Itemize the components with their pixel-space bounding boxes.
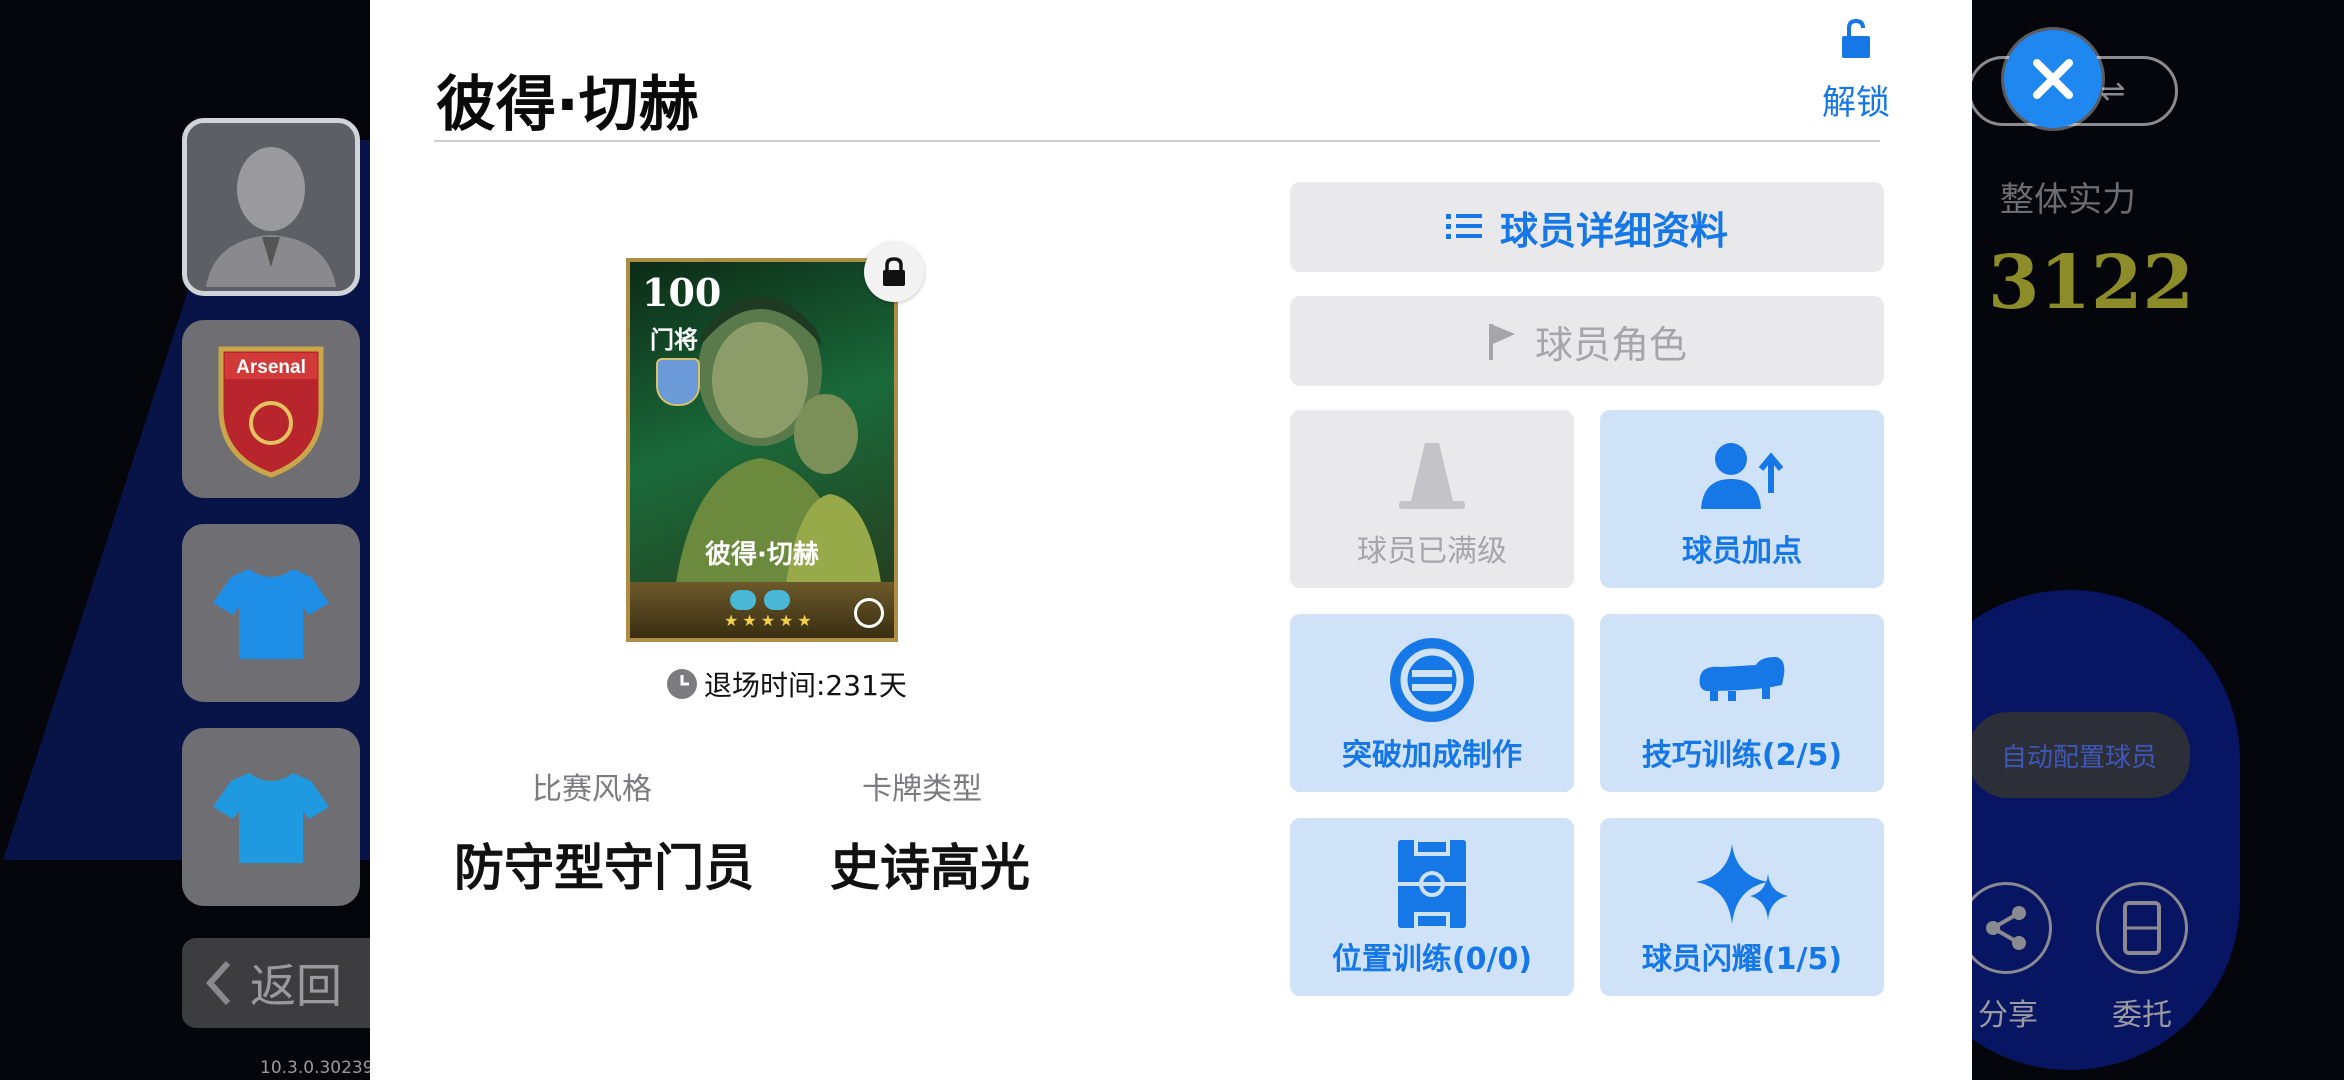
player-shine-label: 球员闪耀(1/5) — [1641, 942, 1843, 977]
player-maxed-button[interactable]: 球员已满级 — [1290, 410, 1574, 588]
person-upgrade-icon — [1701, 443, 1784, 509]
clock-icon — [667, 669, 697, 699]
chevron-left-icon — [205, 960, 231, 1006]
pitch-icon — [1398, 838, 1466, 930]
title-divider — [434, 140, 1880, 142]
skill-training-button[interactable]: 技巧训练(2/5) — [1600, 614, 1884, 792]
play-style-value: 防守型守门员 — [454, 839, 754, 897]
close-icon — [2033, 59, 2073, 99]
list-icon — [1445, 214, 1482, 239]
card-lock-button[interactable] — [864, 242, 924, 302]
version-text: 10.3.0.30239 — [260, 1058, 374, 1078]
efootball-logo-icon — [1390, 638, 1474, 722]
card-stars: ★★★★★ — [724, 611, 816, 630]
player-add-points-label: 球员加点 — [1682, 534, 1802, 569]
player-role-label: 球员角色 — [1534, 322, 1687, 367]
shirt-icon — [213, 773, 329, 863]
player-card[interactable]: 100 门将 彼得·切赫 ★★★★★ — [626, 258, 898, 642]
skill-training-label: 技巧训练(2/5) — [1641, 738, 1843, 773]
svg-text:Arsenal: Arsenal — [236, 357, 306, 378]
efootball-chip-icon — [764, 590, 790, 610]
share-label: 分享 — [1978, 998, 2038, 1033]
unlock-label: 解锁 — [1822, 83, 1890, 123]
manager-avatar-icon — [206, 147, 336, 287]
lock-icon — [883, 257, 905, 286]
player-maxed-label: 球员已满级 — [1357, 534, 1507, 569]
delegate-button[interactable] — [2096, 882, 2188, 974]
unlock-icon — [1842, 18, 1870, 58]
cone-icon — [1399, 443, 1465, 509]
player-details-button[interactable]: 球员详细资料 — [1290, 182, 1884, 272]
card-player-name: 彼得·切赫 — [705, 540, 819, 570]
shirt-icon — [213, 569, 329, 659]
club-badge-icon — [656, 358, 700, 406]
delegate-label: 委托 — [2112, 998, 2172, 1033]
retire-time-text: 退场时间:231天 — [704, 669, 907, 702]
back-label: 返回 — [250, 959, 342, 1013]
away-kit-tile[interactable] — [182, 728, 360, 906]
breakthrough-label: 突破加成制作 — [1342, 738, 1522, 773]
player-role-button[interactable]: 球员角色 — [1290, 296, 1884, 386]
efootball-logo-icon — [854, 598, 884, 628]
home-kit-tile[interactable] — [182, 524, 360, 702]
boot-icon — [1699, 657, 1785, 701]
close-button[interactable] — [2004, 30, 2102, 128]
card-position: 门将 — [650, 326, 698, 354]
sparkle-icon — [1696, 844, 1788, 924]
card-type-value: 史诗高光 — [830, 839, 1030, 897]
unlock-button[interactable]: 解锁 — [1806, 18, 1906, 124]
player-add-points-button[interactable]: 球员加点 — [1600, 410, 1884, 588]
player-detail-modal: 彼得·切赫 解锁 100 门将 彼得·切赫 ★★★★★ 退场时间:231天 比赛… — [370, 0, 1972, 1080]
efootball-chip-icon — [730, 590, 756, 610]
card-type-label: 卡牌类型 — [862, 772, 982, 807]
player-name-title: 彼得·切赫 — [436, 70, 699, 140]
player-shine-button[interactable]: 球员闪耀(1/5) — [1600, 818, 1884, 996]
play-style-label: 比赛风格 — [532, 772, 652, 807]
club-badge-tile[interactable]: Arsenal — [182, 320, 360, 498]
swap-arrows-icon: ⇌ — [2100, 73, 2126, 109]
share-icon — [1986, 906, 2026, 950]
breakthrough-button[interactable]: 突破加成制作 — [1290, 614, 1574, 792]
share-button[interactable] — [1960, 882, 2052, 974]
auto-assign-button[interactable]: 自动配置球员 — [1968, 712, 2190, 798]
arsenal-crest-icon: Arsenal — [218, 346, 324, 478]
retire-time: 退场时间:231天 — [666, 664, 907, 704]
overall-strength-label: 整体实力 — [2000, 180, 2136, 220]
position-training-button[interactable]: 位置训练(0/0) — [1290, 818, 1574, 996]
delegate-pitch-icon — [2123, 901, 2161, 955]
position-training-label: 位置训练(0/0) — [1331, 942, 1533, 977]
manager-avatar-tile[interactable] — [182, 118, 360, 296]
card-rating: 100 — [642, 270, 722, 315]
flag-icon — [1488, 324, 1515, 360]
player-details-label: 球员详细资料 — [1499, 208, 1728, 253]
overall-strength-value: 3122 — [1988, 240, 2194, 326]
